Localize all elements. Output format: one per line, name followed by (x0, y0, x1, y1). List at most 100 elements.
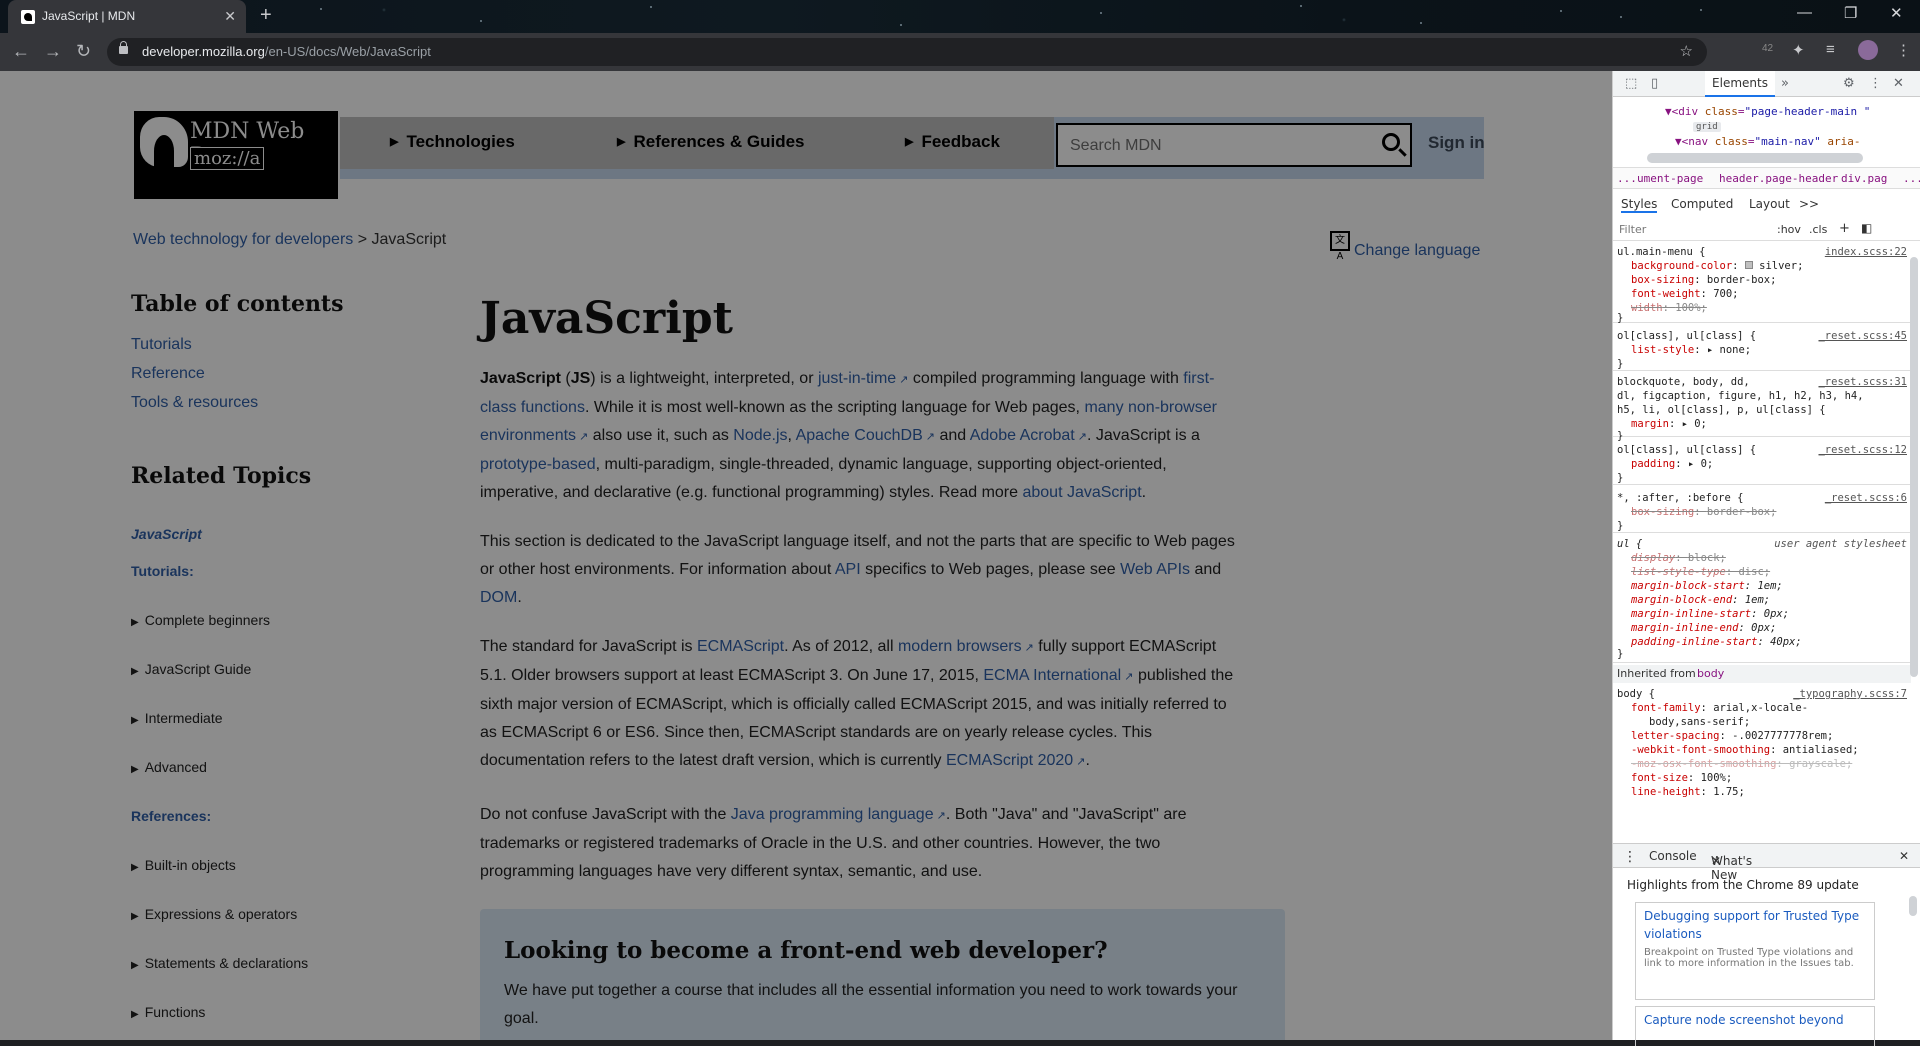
css-prop[interactable]: width: 100%; (1631, 301, 1707, 315)
crumb[interactable]: header.page-header (1719, 172, 1838, 185)
ecmascript-2020-link[interactable]: ECMAScript 2020 (946, 752, 1085, 769)
jit-link[interactable]: just-in-time (818, 370, 909, 387)
settings-gear-icon[interactable]: ⚙ (1843, 76, 1855, 91)
css-prop[interactable]: letter-spacing: -.0027777778rem; (1631, 729, 1833, 743)
browser-tab[interactable]: JavaScript | MDN ✕ (8, 0, 246, 33)
nav-feedback[interactable]: ▶ Feedback (905, 132, 1000, 152)
reload-icon[interactable]: ↻ (76, 41, 91, 62)
css-source-link[interactable]: index.scss:22 (1825, 245, 1907, 259)
browser-menu-icon[interactable]: ⋮ (1896, 41, 1911, 59)
close-tab-icon[interactable]: ✕ (1711, 854, 1721, 868)
horizontal-scrollbar[interactable] (1647, 153, 1863, 163)
card-title-link[interactable]: Debugging support for Trusted Type viola… (1644, 907, 1864, 943)
whats-new-card[interactable]: Capture node screenshot beyond (1635, 1006, 1875, 1046)
styles-scrollbar[interactable] (1910, 257, 1918, 677)
related-item[interactable]: ▶ Built-in objects (131, 857, 236, 873)
reading-list-icon[interactable]: ≡ (1826, 41, 1835, 58)
nodejs-link[interactable]: Node.js (733, 427, 787, 444)
drawer-close-icon[interactable]: ✕ (1899, 849, 1909, 863)
mdn-logo[interactable]: MDN Web Docs moz://a (134, 111, 338, 199)
css-source-link[interactable]: _reset.scss:6 (1825, 491, 1907, 505)
drawer-menu-icon[interactable]: ⋮ (1623, 849, 1637, 865)
couchdb-link[interactable]: Apache CouchDB (796, 427, 935, 444)
crumb[interactable]: ... (1617, 172, 1637, 185)
prototype-based-link[interactable]: prototype-based (480, 456, 596, 473)
tab-layout[interactable]: Layout (1749, 197, 1790, 211)
css-source-link[interactable]: _reset.scss:45 (1818, 329, 1907, 343)
crumb[interactable]: ument-page (1637, 172, 1703, 185)
more-tabs-icon[interactable]: » (1781, 76, 1789, 91)
related-javascript-link[interactable]: JavaScript (131, 526, 202, 542)
search-input[interactable]: Search MDN (1056, 123, 1412, 167)
ecmascript-link[interactable]: ECMAScript (697, 638, 784, 655)
devtools-close-icon[interactable]: ✕ (1893, 76, 1904, 91)
lock-icon[interactable] (119, 41, 128, 54)
crumb[interactable]: ... (1903, 172, 1920, 185)
hov-toggle[interactable]: :hov (1777, 223, 1801, 236)
tab-styles[interactable]: Styles (1621, 197, 1658, 213)
restore-icon[interactable]: ❐ (1844, 4, 1857, 22)
css-source-link[interactable]: _reset.scss:31 (1818, 375, 1907, 389)
dom-node[interactable]: ▼<nav class="main-nav" aria- (1675, 135, 1860, 148)
crumb[interactable]: div.pag (1841, 172, 1887, 185)
card-title-link[interactable]: Capture node screenshot beyond (1644, 1011, 1864, 1029)
acrobat-link[interactable]: Adobe Acrobat (970, 427, 1087, 444)
about-javascript-link[interactable]: about JavaScript (1022, 484, 1141, 501)
tab-elements[interactable]: Elements (1705, 71, 1775, 97)
related-item[interactable]: ▶ Expressions & operators (131, 906, 297, 922)
extensions-puzzle-icon[interactable]: ✦ (1792, 41, 1805, 59)
dom-node[interactable]: ▼<div class="page-header-main " (1665, 105, 1870, 118)
grid-badge[interactable]: grid (1693, 119, 1721, 132)
java-link[interactable]: Java programming language (731, 806, 946, 823)
css-prop[interactable]: line-height: 1.75; (1631, 785, 1745, 799)
search-icon[interactable] (1382, 133, 1400, 151)
toggle-sidebar-icon[interactable]: ◧ (1861, 221, 1872, 235)
css-prop[interactable]: padding: ▸ 0; (1631, 457, 1713, 471)
new-rule-icon[interactable]: + (1839, 221, 1850, 236)
bookmark-star-icon[interactable]: ☆ (1680, 42, 1693, 60)
api-link[interactable]: API (835, 561, 861, 578)
tab-close-icon[interactable]: ✕ (224, 8, 236, 25)
profile-avatar[interactable] (1858, 40, 1878, 60)
minimize-icon[interactable]: — (1797, 4, 1812, 21)
address-bar[interactable]: developer.mozilla.org/en-US/docs/Web/Jav… (107, 38, 1707, 66)
tab-computed[interactable]: Computed (1671, 197, 1733, 211)
nav-references-guides[interactable]: ▶ References & Guides (617, 132, 804, 152)
whats-new-card[interactable]: Debugging support for Trusted Type viola… (1635, 902, 1875, 1000)
new-tab-icon[interactable]: + (260, 4, 272, 27)
css-prop[interactable]: font-weight: 700; (1631, 287, 1739, 301)
cls-toggle[interactable]: .cls (1809, 223, 1827, 236)
nav-technologies[interactable]: ▶ Technologies (390, 132, 515, 152)
more-subtabs-icon[interactable]: >> (1799, 197, 1819, 211)
related-item[interactable]: ▶ JavaScript Guide (131, 661, 251, 677)
ecma-international-link[interactable]: ECMA International (983, 667, 1133, 684)
sign-in-link[interactable]: Sign in (1428, 133, 1485, 153)
css-prop[interactable]: -moz-osx-font-smoothing: grayscale; (1631, 757, 1852, 771)
css-source-link[interactable]: _reset.scss:12 (1818, 443, 1907, 457)
related-item[interactable]: ▶ Intermediate (131, 710, 223, 726)
toc-link-tools[interactable]: Tools & resources (131, 394, 258, 412)
css-prop[interactable]: list-style: ▸ none; (1631, 343, 1751, 357)
device-toolbar-icon[interactable]: ▯ (1651, 76, 1658, 91)
css-prop[interactable]: -webkit-font-smoothing: antialiased; (1631, 743, 1859, 757)
related-item[interactable]: ▶ Functions (131, 1004, 205, 1020)
devtools-menu-icon[interactable]: ⋮ (1869, 76, 1882, 91)
breadcrumb-parent-link[interactable]: Web technology for developers (133, 231, 353, 248)
css-source-link[interactable]: _typography.scss:7 (1793, 687, 1907, 701)
inspect-element-icon[interactable]: ⬚ (1625, 76, 1637, 91)
inherited-body-link[interactable]: body (1697, 667, 1724, 681)
change-language-button[interactable]: 文A Change language (1330, 231, 1480, 262)
back-icon[interactable]: ← (12, 41, 30, 62)
related-item[interactable]: ▶ Statements & declarations (131, 955, 308, 971)
related-item[interactable]: ▶ Advanced (131, 759, 207, 775)
dom-link[interactable]: DOM (480, 589, 517, 606)
forward-icon[interactable]: → (44, 41, 62, 62)
modern-browsers-link[interactable]: modern browsers (898, 638, 1034, 655)
toc-link-reference[interactable]: Reference (131, 365, 205, 383)
tab-console[interactable]: Console (1649, 849, 1697, 863)
css-prop[interactable]: font-family: arial,x-locale- (1631, 701, 1808, 715)
drawer-scrollbar[interactable] (1909, 896, 1917, 916)
window-close-icon[interactable]: ✕ (1890, 4, 1903, 22)
related-item[interactable]: ▶ Complete beginners (131, 612, 270, 628)
filter-input[interactable]: Filter (1619, 223, 1646, 236)
